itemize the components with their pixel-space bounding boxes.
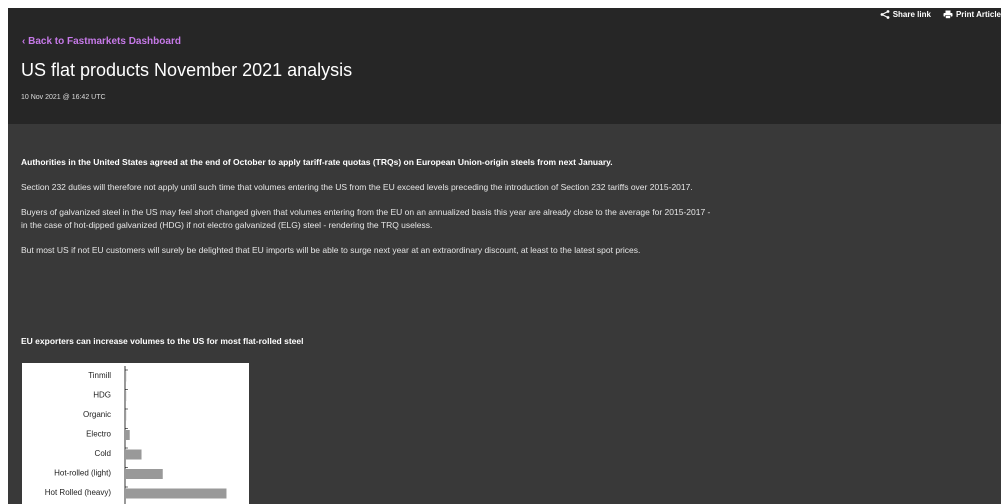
chart-bar xyxy=(125,430,130,440)
chart-bar xyxy=(125,410,127,421)
bar-chart: Tinmill HDG Organic Electro Cold Hot-rolled (… xyxy=(45,366,227,504)
back-to-dashboard-link[interactable]: ‹ Back to Fastmarkets Dashboard xyxy=(22,36,181,47)
chart-image: Tinmill HDG Organic Electro Cold Hot-rolled (… xyxy=(22,363,249,504)
chart-bar xyxy=(125,391,127,401)
chart-bar xyxy=(125,449,142,460)
chart-category-label: Organic xyxy=(83,410,111,419)
chart-bar xyxy=(125,469,163,479)
page-title: US flat products November 2021 analysis xyxy=(21,60,353,80)
article-timestamp: 10 Nov 2021 @ 16:42 UTC xyxy=(21,94,106,101)
article-paragraph: Section 232 duties will therefore not ap… xyxy=(21,182,693,192)
chart-category-label: Hot-rolled (light) xyxy=(54,469,111,478)
chart-category-label: HDG xyxy=(93,391,111,400)
article-page: Share link Print Article ‹ Back to Fastm… xyxy=(8,8,1001,504)
article-paragraph: But most US if not EU customers will sur… xyxy=(21,245,641,255)
article-paragraph: Buyers of galvanized steel in the US may… xyxy=(21,207,711,230)
share-link-label: Share link xyxy=(892,10,931,19)
chart-category-label: Tinmill xyxy=(88,371,111,380)
chart-bar xyxy=(125,371,127,382)
article-lead-paragraph: Authorities in the United States agreed … xyxy=(21,157,613,167)
chart-category-label: Cold xyxy=(95,449,111,458)
print-article-button[interactable]: Print Article xyxy=(943,10,1001,19)
article-toolbar: Share link Print Article xyxy=(880,10,1001,19)
share-icon xyxy=(880,10,890,19)
article-body: Authorities in the United States agreed … xyxy=(21,156,711,269)
share-link-button[interactable]: Share link xyxy=(880,10,931,19)
print-article-label: Print Article xyxy=(955,10,1001,19)
chart-category-label: Electro xyxy=(86,430,111,439)
chart-heading: EU exporters can increase volumes to the… xyxy=(21,336,304,346)
article-header: Share link Print Article ‹ Back to Fastm… xyxy=(8,8,1001,124)
chart-category-label: Hot Rolled (heavy) xyxy=(45,488,112,497)
chart-bar xyxy=(125,488,227,499)
printer-icon xyxy=(943,10,953,19)
